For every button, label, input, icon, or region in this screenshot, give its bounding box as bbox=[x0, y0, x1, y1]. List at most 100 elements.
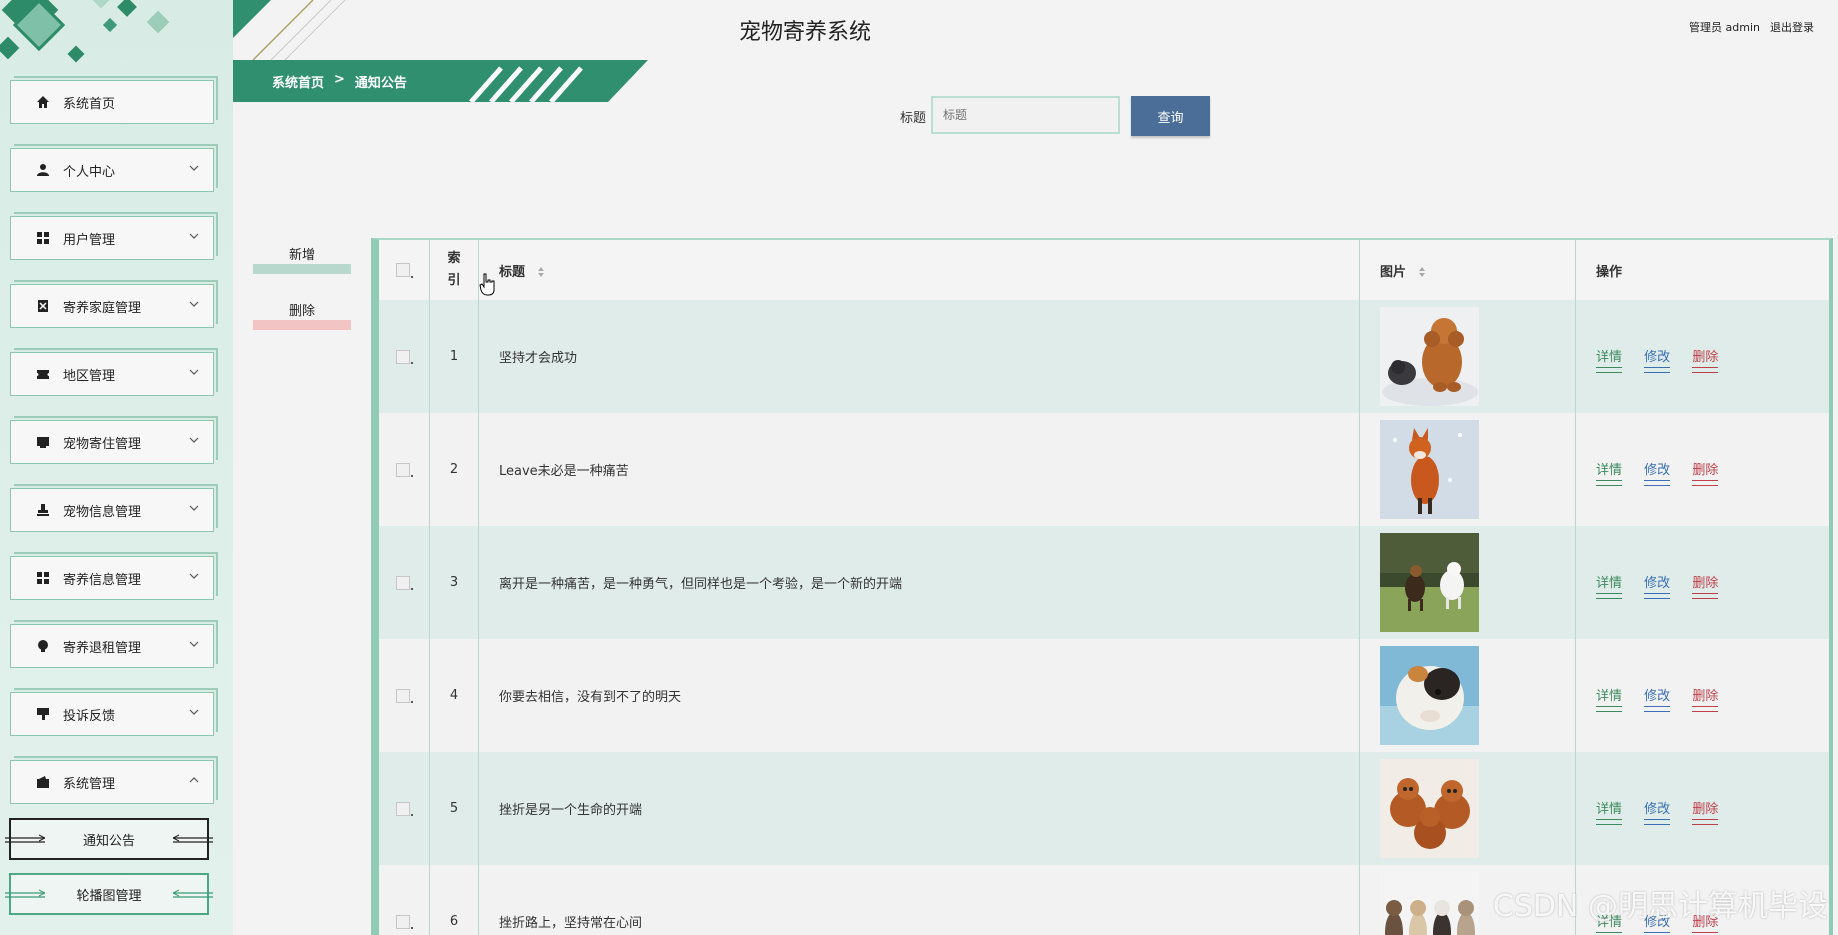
breadcrumb-home[interactable]: 系统首页 bbox=[272, 72, 324, 91]
delete-link[interactable]: 删除 bbox=[1692, 346, 1719, 373]
sidebar-item-user-management[interactable]: 用户管理 bbox=[10, 216, 214, 260]
header-ops: 操作 bbox=[1576, 240, 1830, 300]
checkbox-dot bbox=[410, 475, 413, 477]
header-image[interactable]: 图片 bbox=[1359, 240, 1576, 300]
bulb-icon bbox=[35, 638, 51, 654]
checkbox-dot bbox=[410, 814, 413, 816]
delete-link[interactable]: 删除 bbox=[1692, 798, 1719, 825]
sidebar-item-pet-stay[interactable]: 宠物寄住管理 bbox=[10, 420, 214, 464]
delete-link[interactable]: 删除 bbox=[1692, 459, 1719, 486]
sidebar-item-label: 系统管理 bbox=[63, 776, 116, 792]
edit-link[interactable]: 修改 bbox=[1644, 572, 1671, 599]
row-title: 坚持才会成功 bbox=[478, 300, 1360, 413]
detail-link[interactable]: 详情 bbox=[1596, 346, 1623, 373]
poodle-and-kitten-image[interactable] bbox=[1380, 307, 1479, 406]
delete-link[interactable]: 删除 bbox=[1692, 572, 1719, 599]
row-image-cell bbox=[1359, 752, 1576, 865]
delete-link[interactable]: 删除 bbox=[1692, 685, 1719, 712]
home-icon bbox=[35, 94, 51, 110]
checkbox-dot bbox=[410, 362, 413, 364]
grid-icon bbox=[35, 570, 51, 586]
row-title: 离开是一种痛苦，是一种勇气，但同样也是一个考验，是一个新的开端 bbox=[478, 526, 1360, 639]
arrow-decoration-icon bbox=[173, 889, 213, 898]
checkbox-dot bbox=[410, 927, 413, 929]
row-checkbox[interactable] bbox=[395, 688, 410, 703]
row-checkbox[interactable] bbox=[395, 801, 410, 816]
row-ops: 详情 修改 删除 bbox=[1576, 413, 1830, 526]
batch-delete-button[interactable]: 删除 bbox=[253, 302, 351, 330]
edit-link[interactable]: 修改 bbox=[1644, 459, 1671, 486]
chevron-down-icon bbox=[189, 641, 199, 647]
row-ops: 详情 修改 删除 bbox=[1576, 526, 1830, 639]
edit-link[interactable]: 修改 bbox=[1644, 346, 1671, 373]
search-button[interactable]: 查询 bbox=[1131, 96, 1210, 136]
sidebar-subitem-label: 通知公告 bbox=[82, 833, 135, 849]
sort-icon[interactable] bbox=[536, 265, 546, 279]
checkbox-dot bbox=[410, 275, 413, 278]
wallet-icon bbox=[35, 774, 51, 790]
row-checkbox[interactable] bbox=[395, 462, 410, 477]
arrow-decoration-icon bbox=[173, 834, 213, 843]
fox-in-snow-image[interactable] bbox=[1380, 420, 1479, 519]
sidebar-item-label: 寄养家庭管理 bbox=[63, 300, 142, 316]
guinea-pig-image[interactable] bbox=[1380, 646, 1479, 745]
sidebar-item-pet-info[interactable]: 宠物信息管理 bbox=[10, 488, 214, 532]
table-row: 3 离开是一种痛苦，是一种勇气，但同样也是一个考验，是一个新的开端 详情 修改 … bbox=[379, 526, 1829, 639]
edit-link[interactable]: 修改 bbox=[1644, 685, 1671, 712]
sidebar-subitem-carousel[interactable]: 轮播图管理 bbox=[5, 873, 213, 915]
header-index: 索引 bbox=[429, 240, 479, 300]
detail-link[interactable]: 详情 bbox=[1596, 459, 1623, 486]
sidebar-item-system-management[interactable]: 系统管理 bbox=[10, 760, 214, 804]
row-index: 1 bbox=[429, 300, 479, 413]
row-title: 挫折是另一个生命的开端 bbox=[478, 752, 1360, 865]
row-checkbox[interactable] bbox=[395, 914, 410, 929]
dogs-running-image[interactable] bbox=[1380, 533, 1479, 632]
admin-user-label[interactable]: 管理员 admin bbox=[1689, 19, 1760, 35]
sidebar-item-label: 地区管理 bbox=[63, 368, 116, 384]
sidebar-item-foster-info[interactable]: 寄养信息管理 bbox=[10, 556, 214, 600]
sidebar-item-home[interactable]: 系统首页 bbox=[10, 80, 214, 124]
sidebar: 系统首页 个人中心 用户管理 寄养家庭管理 地区管理 宠物寄住管理 宠物信息管理… bbox=[0, 0, 233, 935]
user-icon bbox=[35, 162, 51, 178]
detail-link[interactable]: 详情 bbox=[1596, 685, 1623, 712]
search-title-input[interactable] bbox=[931, 96, 1120, 134]
detail-link[interactable]: 详情 bbox=[1596, 572, 1623, 599]
header-title-label: 标题 bbox=[499, 264, 526, 280]
chevron-down-icon bbox=[189, 505, 199, 511]
chevron-down-icon bbox=[189, 165, 199, 171]
checkbox-dot bbox=[410, 701, 413, 703]
dog-group-image[interactable] bbox=[1380, 872, 1479, 935]
poodle-puppies-image[interactable] bbox=[1380, 759, 1479, 858]
arrow-decoration-icon bbox=[5, 889, 45, 898]
sidebar-subitem-notice[interactable]: 通知公告 bbox=[5, 818, 213, 860]
header-index-label: 索引 bbox=[447, 251, 461, 288]
edit-link[interactable]: 修改 bbox=[1644, 798, 1671, 825]
stamp-icon bbox=[35, 502, 51, 518]
sidebar-item-foster-family[interactable]: 寄养家庭管理 bbox=[10, 284, 214, 328]
table-row: 5 挫折是另一个生命的开端 详情 修改 删除 bbox=[379, 752, 1829, 865]
sort-icon[interactable] bbox=[1417, 265, 1427, 279]
inbox-icon bbox=[35, 434, 51, 450]
sidebar-item-foster-return[interactable]: 寄养退租管理 bbox=[10, 624, 214, 668]
row-title: Leave未必是一种痛苦 bbox=[478, 413, 1360, 526]
logout-link[interactable]: 退出登录 bbox=[1770, 19, 1814, 35]
row-image-cell bbox=[1359, 526, 1576, 639]
row-ops: 详情 修改 删除 bbox=[1576, 300, 1830, 413]
sidebar-item-feedback[interactable]: 投诉反馈 bbox=[10, 692, 214, 736]
sidebar-item-region[interactable]: 地区管理 bbox=[10, 352, 214, 396]
header-ops-label: 操作 bbox=[1596, 264, 1623, 280]
detail-link[interactable]: 详情 bbox=[1596, 798, 1623, 825]
row-index: 2 bbox=[429, 413, 479, 526]
sidebar-item-label: 投诉反馈 bbox=[63, 708, 116, 724]
arrow-decoration-icon bbox=[5, 834, 45, 843]
row-checkbox[interactable] bbox=[395, 575, 410, 590]
sidebar-subitem-label: 轮播图管理 bbox=[76, 888, 142, 904]
header-title[interactable]: 标题 bbox=[478, 240, 1360, 300]
select-all-checkbox[interactable] bbox=[395, 263, 410, 277]
row-checkbox[interactable] bbox=[395, 349, 410, 364]
select-all-cell bbox=[379, 240, 430, 300]
add-button[interactable]: 新增 bbox=[253, 246, 351, 274]
header-decoration bbox=[233, 0, 346, 60]
row-checkbox-cell bbox=[379, 639, 430, 752]
sidebar-item-personal-center[interactable]: 个人中心 bbox=[10, 148, 214, 192]
